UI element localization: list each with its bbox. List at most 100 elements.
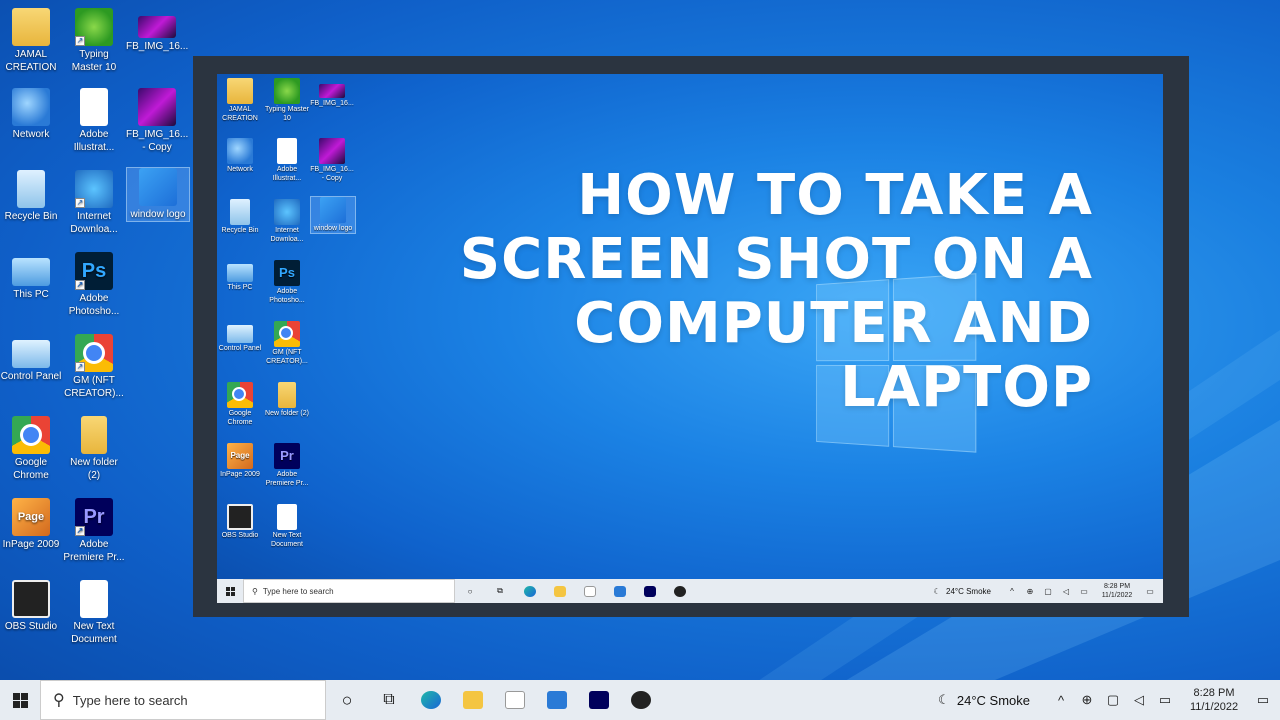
mini-icon-obs-studio: OBS Studio bbox=[218, 504, 262, 540]
cortana-button[interactable]: ○ bbox=[326, 680, 368, 720]
network-icon bbox=[227, 138, 253, 164]
battery-icon: ▭ bbox=[1080, 586, 1088, 596]
mini-icon-gm-nft-creator: GM (NFT CREATOR)... bbox=[265, 321, 309, 366]
meet-now-icon[interactable]: ▢ bbox=[1100, 692, 1126, 708]
chrome-profile-icon bbox=[274, 321, 300, 347]
mini-icon-new-text-document: New Text Document bbox=[265, 504, 309, 549]
desktop-icon-label: FB_IMG_16... - Copy bbox=[126, 129, 189, 153]
mini-icon-google-chrome: Google Chrome bbox=[218, 382, 262, 427]
search-icon: ⚲ bbox=[252, 586, 258, 596]
image-file-icon bbox=[319, 138, 345, 164]
desktop-icon-window-logo[interactable]: window logo bbox=[126, 167, 190, 222]
globe-icon: ⊕ bbox=[1026, 586, 1034, 596]
weather-text[interactable]: 24°C Smoke bbox=[957, 693, 1048, 708]
desktop-icon-new-text-document[interactable]: New Text Document bbox=[63, 580, 125, 646]
desktop-icon-adobe-illustrator[interactable]: Adobe Illustrat... bbox=[63, 88, 125, 154]
video-title-overlay: HOW TO TAKE A SCREEN SHOT ON A COMPUTER … bbox=[373, 164, 1093, 420]
desktop-icon-this-pc[interactable]: This PC bbox=[0, 252, 62, 301]
folder-icon bbox=[278, 382, 296, 408]
notification-icon[interactable]: ▭ bbox=[1250, 692, 1276, 708]
desktop-icon-label: Google Chrome bbox=[13, 457, 49, 481]
edge-button[interactable] bbox=[410, 680, 452, 720]
globe-icon[interactable]: ⊕ bbox=[1074, 692, 1100, 708]
chrome-profile-icon: ↗ bbox=[75, 334, 113, 372]
task-view-button[interactable]: ⧉ bbox=[368, 680, 410, 720]
desktop-icon-typing-master[interactable]: ↗ Typing Master 10 bbox=[63, 8, 125, 74]
start-button[interactable] bbox=[0, 680, 40, 720]
nested-date: 11/1/2022 bbox=[1101, 592, 1133, 599]
image-file-icon bbox=[138, 16, 176, 38]
mini-icon-fb-img-copy: FB_IMG_16... - Copy bbox=[310, 138, 354, 183]
desktop-icon-label: Adobe Photosho... bbox=[68, 293, 120, 317]
desktop-icon-label: New folder (2) bbox=[70, 457, 118, 481]
desktop-icon-network[interactable]: Network bbox=[0, 88, 62, 141]
notification-icon: ▭ bbox=[1146, 586, 1154, 596]
folder-icon bbox=[227, 78, 253, 104]
desktop-icon-fb-img[interactable]: FB_IMG_16... bbox=[126, 8, 188, 53]
photoshop-icon: Ps bbox=[274, 260, 300, 286]
desktop-icon-label: This PC bbox=[13, 289, 49, 300]
nested-store-icon bbox=[575, 579, 605, 603]
idm-icon bbox=[274, 199, 300, 225]
desktop-icon-google-chrome[interactable]: Google Chrome bbox=[0, 416, 62, 482]
nested-search-placeholder: Type here to search bbox=[262, 586, 334, 596]
mini-icon-label: Internet Downloa... bbox=[270, 227, 304, 243]
desktop-icon-label: Control Panel bbox=[0, 371, 62, 382]
desktop-icon-fb-img-copy[interactable]: FB_IMG_16... - Copy bbox=[126, 88, 188, 154]
taskbar-search-box[interactable]: ⚲ Type here to search bbox=[40, 680, 326, 720]
file-explorer-button[interactable] bbox=[452, 680, 494, 720]
search-icon: ⚲ bbox=[53, 692, 65, 709]
mini-icon-label: window logo bbox=[313, 225, 353, 232]
inpage-icon: Page bbox=[12, 498, 50, 536]
mini-icon-label: InPage 2009 bbox=[220, 471, 260, 478]
desktop-icon-label: OBS Studio bbox=[4, 621, 58, 632]
desktop-icon-label: window logo bbox=[130, 209, 186, 220]
mail-button[interactable] bbox=[536, 680, 578, 720]
premiere-icon: Pr ↗ bbox=[75, 498, 113, 536]
headline-line-2: SCREEN SHOT ON A bbox=[459, 227, 1093, 292]
desktop-icon-obs-studio[interactable]: OBS Studio bbox=[0, 580, 62, 633]
obs-icon bbox=[227, 504, 253, 530]
system-tray: ☾ 24°C Smoke ^ ⊕ ▢ ◁ ▭ 8:28 PM 11/1/2022… bbox=[931, 680, 1280, 720]
desktop-icon-gm-nft-creator[interactable]: ↗ GM (NFT CREATOR)... bbox=[63, 334, 125, 400]
battery-icon[interactable]: ▭ bbox=[1152, 692, 1178, 708]
volume-icon[interactable]: ◁ bbox=[1126, 692, 1152, 708]
obs-button[interactable] bbox=[620, 680, 662, 720]
search-placeholder: Type here to search bbox=[72, 692, 188, 708]
clock[interactable]: 8:28 PM 11/1/2022 bbox=[1178, 686, 1250, 714]
weather-icon: ☾ bbox=[933, 586, 941, 596]
desktop-icon-jamal-creation[interactable]: JAMAL CREATION bbox=[0, 8, 62, 74]
desktop-icon-photoshop[interactable]: Ps ↗ Adobe Photosho... bbox=[63, 252, 125, 318]
chevron-up-icon: ^ bbox=[1010, 586, 1014, 596]
control-panel-icon bbox=[227, 325, 253, 343]
mini-icon-window-logo: window logo bbox=[310, 196, 356, 234]
desktop-icon-inpage[interactable]: Page InPage 2009 bbox=[0, 498, 62, 551]
obs-icon bbox=[631, 691, 651, 709]
desktop-icon-new-folder-2[interactable]: New folder (2) bbox=[63, 416, 125, 482]
desktop-icon-idm[interactable]: ↗ Internet Downloa... bbox=[63, 170, 125, 236]
desktop-icon-recycle-bin[interactable]: Recycle Bin bbox=[0, 170, 62, 223]
nested-system-tray: ☾ 24°C Smoke ^ ⊕ ▢ ◁ ▭ 8:28 PM 11/1/2022… bbox=[928, 571, 1163, 603]
nested-mail-icon bbox=[605, 579, 635, 603]
desktop-icon-premiere[interactable]: Pr ↗ Adobe Premiere Pr... bbox=[63, 498, 125, 564]
idm-icon: ↗ bbox=[75, 170, 113, 208]
weather-icon[interactable]: ☾ bbox=[931, 692, 957, 708]
image-file-icon bbox=[319, 84, 345, 98]
mini-icon-label: FB_IMG_16... bbox=[310, 100, 354, 107]
premiere-button[interactable] bbox=[578, 680, 620, 720]
mini-icon-label: This PC bbox=[227, 284, 253, 291]
taskbar: ⚲ Type here to search ○ ⧉ ☾ 24°C Smoke ^… bbox=[0, 680, 1280, 720]
recycle-bin-icon bbox=[230, 199, 250, 225]
desktop-icon-label: Recycle Bin bbox=[4, 211, 58, 222]
network-icon bbox=[12, 88, 50, 126]
chrome-icon bbox=[227, 382, 253, 408]
store-button[interactable] bbox=[494, 680, 536, 720]
desktop-icon-label: FB_IMG_16... bbox=[126, 41, 189, 52]
typing-master-icon: ↗ bbox=[75, 8, 113, 46]
screenshot-frame: JAMAL CREATION Typing Master 10 FB_IMG_1… bbox=[193, 56, 1189, 617]
mini-icon-typing-master: Typing Master 10 bbox=[265, 78, 309, 123]
desktop-icon-control-panel[interactable]: Control Panel bbox=[0, 334, 62, 383]
meet-now-icon: ▢ bbox=[1044, 586, 1052, 596]
chevron-up-icon[interactable]: ^ bbox=[1048, 693, 1074, 708]
task-view-icon: ⧉ bbox=[383, 691, 395, 708]
